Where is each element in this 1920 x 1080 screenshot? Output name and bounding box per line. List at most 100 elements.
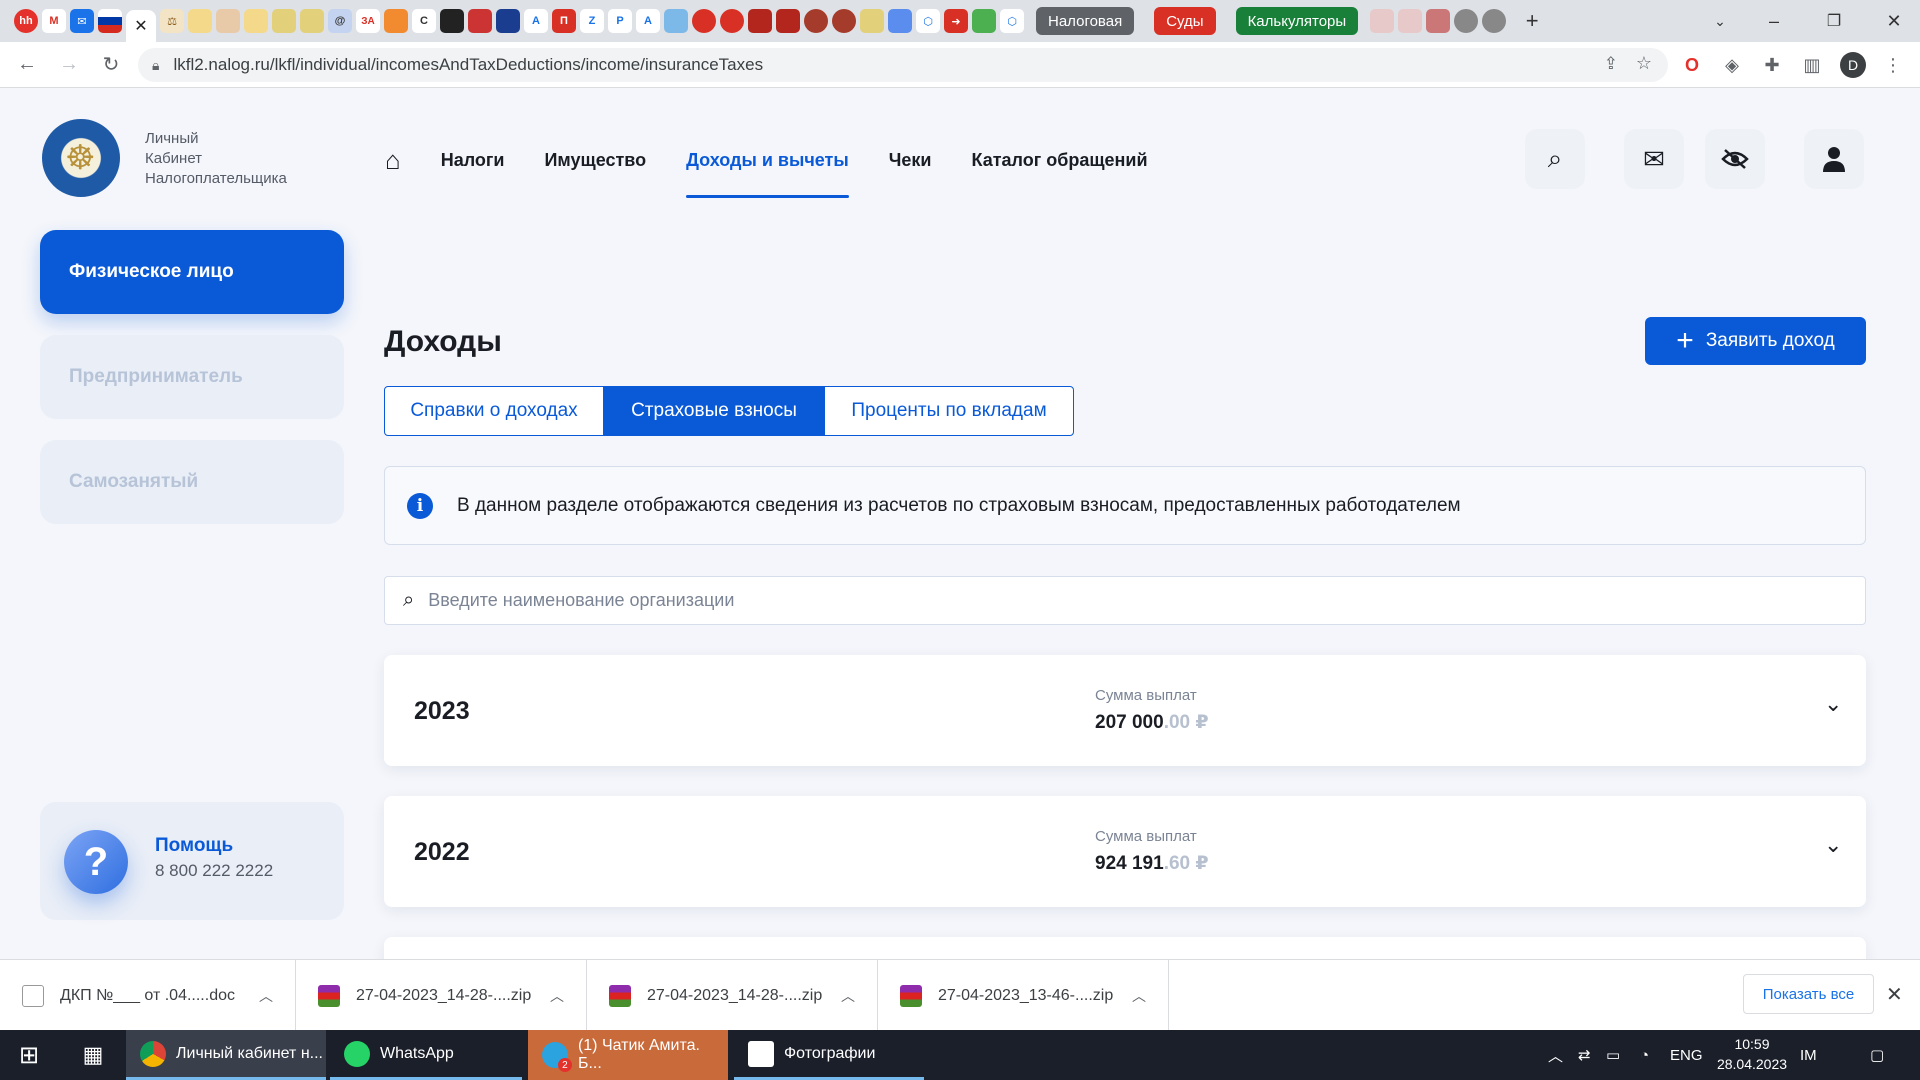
tab-group-calculators[interactable]: Калькуляторы (1235, 7, 1359, 35)
shield-tab-favicon[interactable] (748, 9, 772, 33)
year-card-2023[interactable]: 2023 Сумма выплат 207 000.00 ₽ ⌄ (384, 655, 1866, 766)
nav-item-receipts[interactable]: Чеки (889, 150, 932, 171)
windows-start-icon[interactable]: ⊞ (0, 1030, 58, 1080)
tab-income-certificates[interactable]: Справки о доходах (384, 386, 604, 436)
p-tab-favicon[interactable]: П (552, 9, 576, 33)
chevron-down-icon[interactable]: ⌄ (1824, 832, 1842, 858)
emblem-tab-favicon[interactable] (188, 9, 212, 33)
taskbar-app-whatsapp[interactable]: WhatsApp (330, 1030, 522, 1080)
emblem-tab-favicon[interactable] (272, 9, 296, 33)
blue-tab-favicon[interactable] (888, 9, 912, 33)
battery-icon[interactable]: ▭ (1606, 1030, 1620, 1080)
help-title[interactable]: Помощь (155, 835, 233, 857)
year-card-2022[interactable]: 2022 Сумма выплат 924 191.60 ₽ ⌄ (384, 796, 1866, 907)
c-tab-favicon[interactable]: C (412, 9, 436, 33)
dark-tab-favicon[interactable] (440, 9, 464, 33)
mail-tab-favicon[interactable]: ✉ (70, 9, 94, 33)
tab-deposit-interest[interactable]: Проценты по вкладам (824, 386, 1074, 436)
eye-off-icon[interactable] (1705, 129, 1765, 189)
red-circle-tab-favicon[interactable] (720, 9, 744, 33)
shield-tab-favicon[interactable] (776, 9, 800, 33)
sidebar-item-entrepreneur[interactable]: Предприниматель (40, 335, 344, 419)
tab-group-sudy[interactable]: Суды (1154, 7, 1216, 35)
orange-tab-favicon[interactable] (384, 9, 408, 33)
tab-search-chevron-icon[interactable]: ⌄ (1690, 0, 1750, 42)
ime-icon[interactable]: IM (1800, 1030, 1817, 1080)
extension-icon[interactable]: ◈ (1715, 48, 1749, 82)
emblem-tab-favicon[interactable] (216, 9, 240, 33)
a-tab-favicon[interactable]: A (524, 9, 548, 33)
court-tab-favicon[interactable]: ⚖ (160, 9, 184, 33)
help-card[interactable]: ? Помощь 8 800 222 2222 (40, 802, 344, 920)
emblem-tab-favicon[interactable] (1370, 9, 1395, 33)
mail-icon[interactable]: ✉ (1624, 129, 1684, 189)
chevron-up-icon[interactable]: ︿ (550, 986, 564, 1006)
za-tab-favicon[interactable]: ЗА (356, 9, 380, 33)
red-tab-favicon[interactable] (468, 9, 492, 33)
grid-tab-favicon[interactable] (972, 9, 996, 33)
declare-income-button[interactable]: + Заявить доход (1645, 317, 1866, 365)
organization-search-input[interactable] (428, 590, 1809, 611)
chevron-down-icon[interactable]: ⌄ (1824, 691, 1842, 717)
active-tab-close-icon[interactable]: ✕ (126, 10, 156, 42)
nav-item-appeals-catalog[interactable]: Каталог обращений (971, 150, 1147, 171)
download-item[interactable]: 27-04-2023_14-28-....zip ︿ (296, 960, 587, 1031)
sidebar-item-individual[interactable]: Физическое лицо (40, 230, 344, 314)
taskbar-app-telegram[interactable]: 2 (1) Чатик Амита. Б... (528, 1030, 728, 1080)
home-icon[interactable]: ⌂ (385, 145, 401, 176)
gosuslugi-tab-favicon[interactable] (98, 9, 122, 33)
blue-tab-favicon[interactable] (496, 9, 520, 33)
calculator-icon[interactable]: ▦ (64, 1030, 122, 1080)
nav-item-taxes[interactable]: Налоги (441, 150, 505, 171)
red-circle-tab-favicon[interactable] (692, 9, 716, 33)
chevron-up-icon[interactable]: ︿ (259, 986, 273, 1006)
bookmark-star-icon[interactable]: ☆ (1636, 53, 1652, 74)
hh-tab-favicon[interactable]: hh (14, 9, 38, 33)
emblem-tab-favicon[interactable] (300, 9, 324, 33)
new-tab-icon[interactable]: + (1520, 8, 1544, 33)
download-item[interactable]: 27-04-2023_14-28-....zip ︿ (587, 960, 878, 1031)
emblem-tab-favicon[interactable] (860, 9, 884, 33)
taskbar-app-chrome[interactable]: Личный кабинет н... (126, 1030, 326, 1080)
restore-icon[interactable]: ❐ (1804, 0, 1864, 42)
user-icon[interactable] (1804, 129, 1864, 189)
cube-tab-favicon[interactable]: ⬡ (916, 9, 940, 33)
circle-tab-favicon[interactable]: @ (328, 9, 352, 33)
address-bar[interactable]: 🔒︎ lkfl2.nalog.ru/lkfl/individual/income… (138, 48, 1668, 82)
side-panel-icon[interactable]: ▥ (1795, 48, 1829, 82)
z-tab-favicon[interactable]: Z (580, 9, 604, 33)
nav-item-income-deductions[interactable]: Доходы и вычеты (686, 150, 849, 198)
p-tab-favicon[interactable]: P (608, 9, 632, 33)
year-card-partial[interactable] (384, 937, 1866, 959)
language-indicator[interactable]: ENG (1670, 1030, 1703, 1080)
browser-menu-icon[interactable]: ⋮ (1876, 48, 1910, 82)
emblem-tab-favicon[interactable] (832, 9, 856, 33)
tray-overflow-chevron-icon[interactable]: ︿ (1548, 1030, 1563, 1080)
tab-group-nalogovaya[interactable]: Налоговая (1036, 7, 1135, 35)
profile-avatar[interactable]: D (1836, 48, 1870, 82)
back-icon[interactable]: ← (10, 48, 44, 82)
a-tab-favicon[interactable]: A (636, 9, 660, 33)
share-icon[interactable]: ⇪ (1604, 54, 1618, 74)
network-switch-icon[interactable]: ⇄ (1578, 1030, 1591, 1080)
close-downloads-icon[interactable]: ✕ (1886, 982, 1903, 1007)
nav-item-property[interactable]: Имущество (544, 150, 646, 171)
chevron-up-icon[interactable]: ︿ (841, 986, 855, 1006)
opera-extension-icon[interactable]: O (1675, 48, 1709, 82)
wifi-icon[interactable]: ◔ (1640, 1030, 1649, 1080)
emblem-tab-favicon[interactable] (804, 9, 828, 33)
tab-insurance-contributions[interactable]: Страховые взносы (603, 386, 825, 436)
taskbar-app-photos[interactable]: Фотографии (734, 1030, 924, 1080)
forward-icon[interactable]: → (52, 48, 86, 82)
gmail-tab-favicon[interactable]: M (42, 9, 66, 33)
blue-tab-favicon[interactable] (664, 9, 688, 33)
sidebar-item-self-employed[interactable]: Самозанятый (40, 440, 344, 524)
download-item[interactable]: ДКП №___ от .04.....doc ︿ (0, 960, 296, 1031)
globe-tab-favicon[interactable] (1454, 9, 1479, 33)
cube-tab-favicon[interactable]: ⬡ (1000, 9, 1024, 33)
arrow-tab-favicon[interactable]: ➜ (944, 9, 968, 33)
fns-logo-emblem[interactable] (42, 119, 120, 197)
puzzle-extensions-icon[interactable]: ✚ (1755, 48, 1789, 82)
download-item[interactable]: 27-04-2023_13-46-....zip ︿ (878, 960, 1169, 1031)
globe-tab-favicon[interactable] (1482, 9, 1507, 33)
